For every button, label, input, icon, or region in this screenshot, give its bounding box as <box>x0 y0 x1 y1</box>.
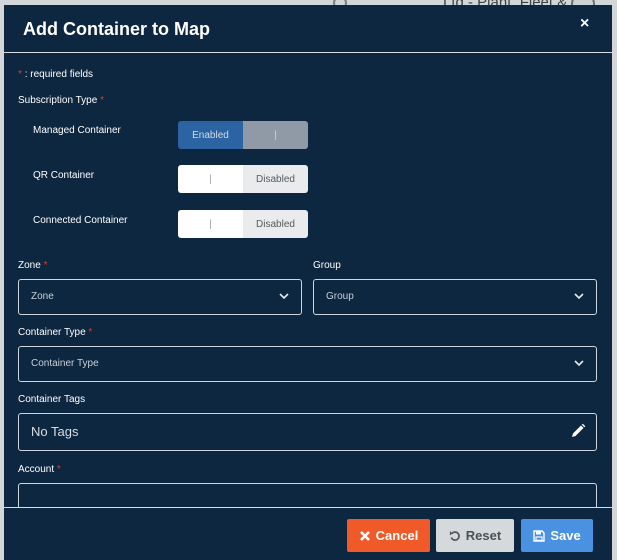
reset-button[interactable]: Reset <box>436 519 514 552</box>
zone-label-text: Zone <box>18 260 41 271</box>
account-label: Account * <box>18 464 61 475</box>
zone-label: Zone * <box>18 260 47 271</box>
toggle-state-label: Disabled <box>243 165 308 193</box>
toggle-handle: | <box>178 210 243 238</box>
toggle-handle: | <box>178 165 243 193</box>
connected-container-label: Connected Container <box>33 215 128 226</box>
managed-container-label: Managed Container <box>33 125 121 136</box>
container-type-label-text: Container Type <box>18 327 86 338</box>
chevron-down-icon <box>574 360 584 367</box>
required-star: * <box>100 95 104 106</box>
required-star: * <box>88 327 93 338</box>
container-tags-field[interactable]: No Tags <box>18 413 597 451</box>
group-label: Group <box>313 260 341 271</box>
chevron-down-icon <box>574 293 584 300</box>
save-label: Save <box>550 528 581 543</box>
container-type-label: Container Type * <box>18 327 92 338</box>
zone-select[interactable]: Zone <box>18 279 302 315</box>
required-note-text: : required fields <box>24 69 94 80</box>
toggle-handle: | <box>243 121 308 149</box>
chevron-down-icon <box>279 293 289 300</box>
container-type-select[interactable]: Container Type <box>18 346 597 382</box>
account-label-text: Account <box>18 464 55 475</box>
cancel-label: Cancel <box>375 528 419 543</box>
undo-icon <box>449 530 460 541</box>
dialog-header: Add Container to Map × <box>4 5 612 53</box>
cancel-button[interactable]: Cancel <box>347 519 430 552</box>
pencil-icon[interactable] <box>570 423 586 439</box>
dialog-title: Add Container to Map <box>23 19 210 39</box>
toggle-state-label: Enabled <box>178 121 243 149</box>
group-placeholder: Group <box>326 291 354 302</box>
qr-container-label: QR Container <box>33 170 95 181</box>
connected-container-toggle[interactable]: | Disabled <box>178 210 308 238</box>
required-star: * <box>56 464 61 475</box>
reset-label: Reset <box>465 528 502 543</box>
floppy-disk-icon <box>533 529 546 542</box>
subscription-type-label: Subscription Type * <box>18 95 104 106</box>
dialog-footer: Cancel Reset Save <box>4 507 612 560</box>
save-button[interactable]: Save <box>521 519 593 552</box>
subscription-type-text: Subscription Type <box>18 95 98 106</box>
add-container-dialog: Add Container to Map × * : required fiel… <box>4 5 612 560</box>
container-type-placeholder: Container Type <box>31 358 99 369</box>
required-star: * <box>43 260 48 271</box>
group-select[interactable]: Group <box>313 279 597 315</box>
close-icon <box>359 530 370 541</box>
container-tags-label: Container Tags <box>18 394 86 405</box>
zone-placeholder: Zone <box>31 291 54 302</box>
managed-container-toggle[interactable]: Enabled | <box>178 121 308 149</box>
required-fields-note: * : required fields <box>18 69 93 80</box>
qr-container-toggle[interactable]: | Disabled <box>178 165 308 193</box>
close-icon[interactable]: × <box>580 15 589 33</box>
toggle-state-label: Disabled <box>243 210 308 238</box>
container-tags-value: No Tags <box>31 424 79 439</box>
required-star: * <box>18 69 22 80</box>
